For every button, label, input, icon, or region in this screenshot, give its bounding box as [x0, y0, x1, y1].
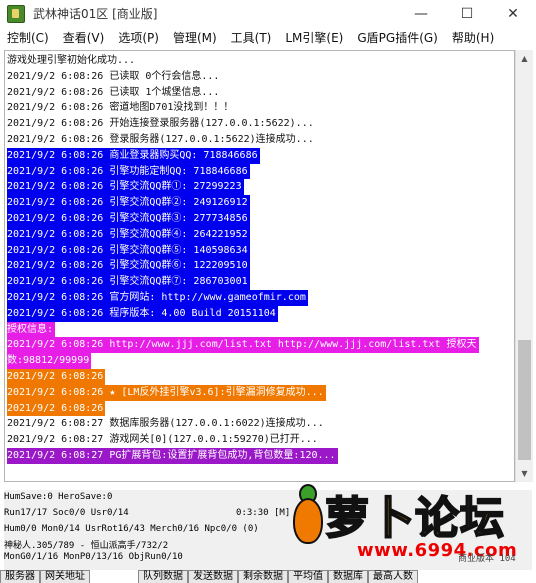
log-line: 2021/9/2 6:08:26 密道地图D701没找到！！！ [7, 100, 479, 116]
log-line: 2021/9/2 6:08:26 引擎交流QQ群④: 264221952 [7, 226, 479, 243]
log-line-text: 2021/9/2 6:08:26 已读取 1个城堡信息... [7, 86, 220, 98]
menu-options[interactable]: 选项(P) [111, 29, 166, 46]
menu-gdun-plugin[interactable]: G盾PG插件(G) [350, 29, 445, 46]
menu-manage[interactable]: 管理(M) [166, 29, 224, 46]
log-line: 数:98812/99999 [7, 353, 479, 369]
bottom-tabs: 服务器 网关地址 队列数据 发送数据 剩余数据 平均值 数据库 最高人数 [0, 570, 536, 583]
menu-view[interactable]: 查看(V) [56, 29, 112, 46]
app-icon [7, 4, 25, 23]
scroll-thumb[interactable] [518, 340, 531, 460]
log-panel[interactable]: 游戏处理引擎初始化成功... 2021/9/2 6:08:26 已读取 0个行会信… [4, 50, 515, 482]
log-line-text: 2021/9/2 6:08:26 已读取 0个行会信息... [7, 70, 220, 82]
log-line-text: 2021/9/2 6:08:26 引擎交流QQ群①: 27299223 [7, 179, 244, 196]
log-line-text: 游戏处理引擎初始化成功... [7, 55, 136, 66]
log-line: 2021/9/2 6:08:26 引擎交流QQ群⑦: 286703001 [7, 274, 479, 290]
log-line: 2021/9/2 6:08:26 已读取 0个行会信息... [7, 69, 479, 85]
menu-lm-engine[interactable]: LM引擎(E) [278, 29, 350, 46]
menu-control[interactable]: 控制(C) [0, 29, 56, 46]
status-side-info: 商业版本 104 [458, 551, 516, 564]
log-line: 2021/9/2 6:08:27 数据库服务器(127.0.0.1:6022)连… [7, 416, 479, 432]
tab-remain[interactable]: 剩余数据 [238, 570, 288, 583]
tab-gateway[interactable]: 网关地址 [40, 570, 90, 583]
log-line-text: 授权信息: [7, 321, 56, 338]
status-hum: Hum0/0 Mon0/14 UsrRot16/43 Merch0/16 Npc… [4, 524, 259, 534]
maximize-button[interactable]: ☐ [444, 0, 490, 27]
log-line-text: 2021/9/2 6:08:26 引擎交流QQ群③: 277734856 [7, 210, 250, 227]
status-uptime: 0:3:30 [M] [236, 508, 291, 518]
status-mongen: MonG0/1/16 MonP0/13/16 ObjRun0/10 [4, 552, 183, 562]
status-run-counts: Run17/17 Soc0/0 Usr0/14 [4, 508, 129, 518]
log-line-text: 2021/9/2 6:08:27 游戏网关[0](127.0.0.1:59270… [7, 434, 318, 446]
tab-server[interactable]: 服务器 [0, 570, 40, 583]
minimize-button[interactable]: — [398, 0, 444, 27]
log-line: 2021/9/2 6:08:26 ★ [LM反外挂引擎v3.6]:引擎漏洞修复成… [7, 384, 479, 401]
log-line: 2021/9/2 6:08:26 [7, 368, 479, 385]
log-line: 2021/9/2 6:08:26 引擎交流QQ群③: 277734856 [7, 210, 479, 227]
log-line: 2021/9/2 6:08:26 已读取 1个城堡信息... [7, 85, 479, 101]
log-line: 2021/9/2 6:08:26 登录服务器(127.0.0.1:5622)连接… [7, 132, 479, 148]
log-line: 2021/9/2 6:08:26 引擎功能定制QQ: 718846686 [7, 163, 479, 180]
log-line: 2021/9/2 6:08:26 引擎交流QQ群①: 27299223 [7, 179, 479, 196]
log-line: 2021/9/2 6:08:27 PG扩展背包:设置扩展背包成功,背包数量:12… [7, 447, 479, 464]
log-line-text: 2021/9/2 6:08:26 引擎交流QQ群⑥: 122209510 [7, 258, 250, 275]
log-line: 2021/9/2 6:08:27 游戏网关[0](127.0.0.1:59270… [7, 432, 479, 448]
status-save: HumSave:0 HeroSave:0 [4, 492, 113, 502]
tab-send[interactable]: 发送数据 [188, 570, 238, 583]
log-line-text: 2021/9/2 6:08:26 密道地图D701没找到！！！ [7, 102, 234, 114]
log-line-text: 2021/9/2 6:08:26 引擎功能定制QQ: 718846686 [7, 163, 250, 180]
log-line: 2021/9/2 6:08:26 [7, 400, 479, 417]
log-line-text: 2021/9/2 6:08:26 引擎交流QQ群⑤: 140598634 [7, 242, 250, 259]
tab-database[interactable]: 数据库 [328, 570, 368, 583]
log-line-text: 2021/9/2 6:08:26 引擎交流QQ群⑦: 286703001 [7, 274, 250, 290]
log-line: 2021/9/2 6:08:26 官方网站: http://www.gameof… [7, 289, 479, 306]
log-line-text: 2021/9/2 6:08:26 引擎交流QQ群④: 264221952 [7, 226, 250, 243]
log-line: 2021/9/2 6:08:26 http://www.jjj.com/list… [7, 337, 479, 354]
log-line-text: 2021/9/2 6:08:26 程序版本: 4.00 Build 201511… [7, 305, 278, 322]
carrot-icon [293, 498, 323, 544]
log-line-text: 2021/9/2 6:08:26 引擎交流QQ群②: 249126912 [7, 195, 250, 211]
log-line: 2021/9/2 6:08:26 引擎交流QQ群⑥: 122209510 [7, 258, 479, 275]
log-line-text: 2021/9/2 6:08:26 [7, 400, 106, 417]
log-line: 2021/9/2 6:08:26 引擎交流QQ群②: 249126912 [7, 195, 479, 211]
status-run: Run17/17 Soc0/0 Usr0/14 0:3:30 [M] [4, 508, 296, 518]
log-line-text: 数:98812/99999 [7, 353, 92, 369]
menu-tools[interactable]: 工具(T) [224, 29, 279, 46]
log-line: 授权信息: [7, 321, 479, 338]
log-line-text: 2021/9/2 6:08:26 官方网站: http://www.gameof… [7, 289, 308, 306]
window-controls: — ☐ ✕ [398, 0, 536, 27]
log-line: 2021/9/2 6:08:26 引擎交流QQ群⑤: 140598634 [7, 242, 479, 259]
close-button[interactable]: ✕ [490, 0, 536, 27]
vertical-scrollbar[interactable]: ▲ ▼ [515, 50, 533, 482]
log-line-text: 2021/9/2 6:08:26 [7, 368, 106, 385]
log-line-text: 2021/9/2 6:08:26 http://www.jjj.com/list… [7, 337, 479, 354]
log-line-text: 2021/9/2 6:08:27 数据库服务器(127.0.0.1:6022)连… [7, 418, 324, 430]
log-lines: 游戏处理引擎初始化成功... 2021/9/2 6:08:26 已读取 0个行会信… [7, 53, 479, 464]
log-line: 游戏处理引擎初始化成功... [7, 53, 479, 69]
side-value: 104 [499, 554, 516, 564]
log-line-text: 2021/9/2 6:08:26 商业登录器购买QQ: 718846686 [7, 147, 260, 164]
log-line-text: 2021/9/2 6:08:26 开始连接登录服务器(127.0.0.1:562… [7, 118, 314, 130]
log-line-text: 2021/9/2 6:08:27 PG扩展背包:设置扩展背包成功,背包数量:12… [7, 447, 338, 464]
log-line: 2021/9/2 6:08:26 开始连接登录服务器(127.0.0.1:562… [7, 116, 479, 132]
tab-queue[interactable]: 队列数据 [138, 570, 188, 583]
log-line: 2021/9/2 6:08:26 商业登录器购买QQ: 718846686 [7, 147, 479, 164]
log-line: 2021/9/2 6:08:26 程序版本: 4.00 Build 201511… [7, 305, 479, 322]
title-bar: 武林神话01区 [商业版] — ☐ ✕ [0, 0, 536, 27]
tab-max-users[interactable]: 最高人数 [368, 570, 418, 583]
watermark-text: 萝卜论坛 [324, 492, 505, 545]
menu-bar: 控制(C) 查看(V) 选项(P) 管理(M) 工具(T) LM引擎(E) G盾… [0, 27, 536, 48]
log-line-text: 2021/9/2 6:08:26 ★ [LM反外挂引擎v3.6]:引擎漏洞修复成… [7, 384, 326, 401]
log-line-text: 2021/9/2 6:08:26 登录服务器(127.0.0.1:5622)连接… [7, 133, 314, 145]
side-label: 商业版本 [458, 554, 495, 564]
scroll-up-icon[interactable]: ▲ [516, 50, 533, 67]
tab-average[interactable]: 平均值 [288, 570, 328, 583]
status-monster: 神秘人.305/789 - 恒山派高手/732/2 [4, 541, 169, 551]
menu-help[interactable]: 帮助(H) [445, 29, 501, 46]
window-title: 武林神话01区 [商业版] [33, 7, 158, 21]
